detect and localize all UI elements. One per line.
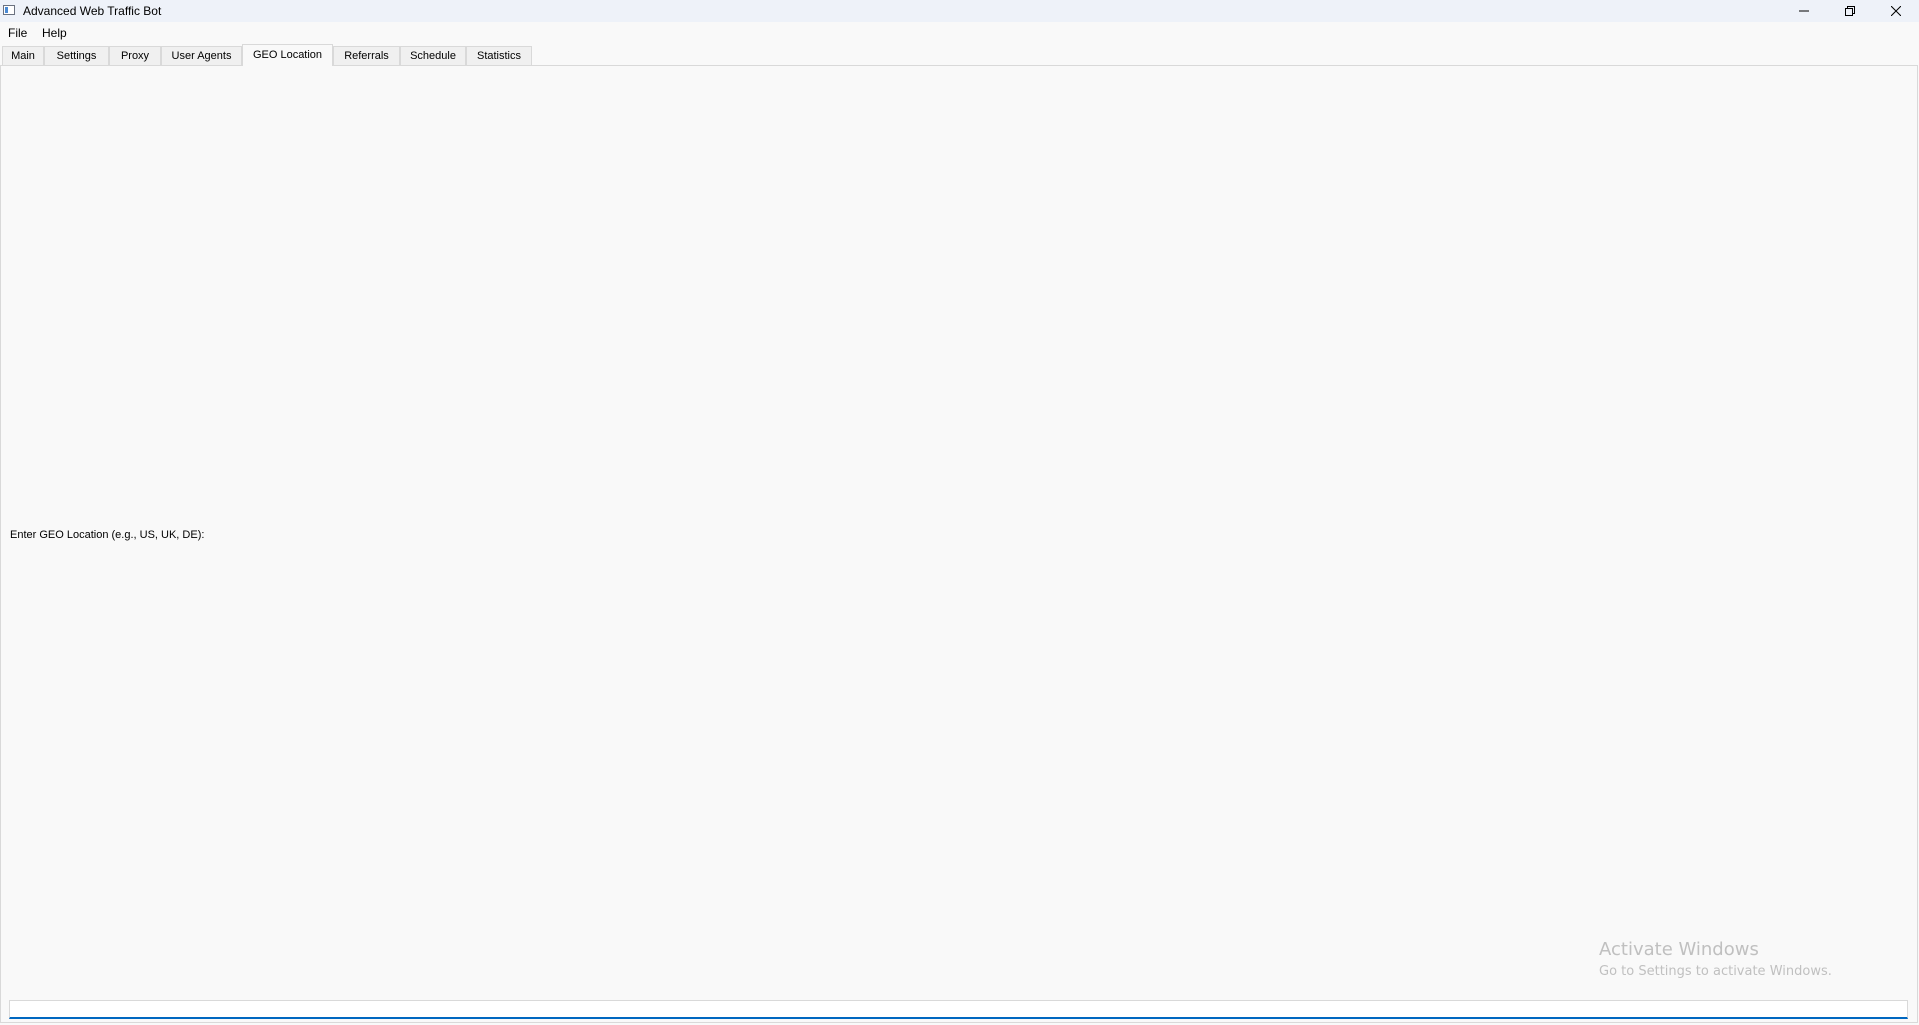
menu-help[interactable]: Help [42,26,67,40]
tab-user-agents[interactable]: User Agents [161,46,242,66]
tab-schedule[interactable]: Schedule [400,46,466,66]
restore-button[interactable] [1827,0,1873,22]
tab-proxy[interactable]: Proxy [109,46,161,66]
menu-file[interactable]: File [8,26,27,40]
watermark-title: Activate Windows [1599,939,1759,960]
tab-bar: Main Settings Proxy User Agents GEO Loca… [0,44,1919,66]
watermark-subtitle: Go to Settings to activate Windows. [1599,964,1832,979]
tab-geo-location[interactable]: GEO Location [242,44,333,66]
app-window: Advanced Web Traffic Bot File Help Main … [0,0,1919,1025]
minimize-button[interactable] [1781,0,1827,22]
restore-icon [1845,6,1855,16]
tab-settings[interactable]: Settings [44,46,109,66]
app-window-icon [3,5,15,15]
window-title: Advanced Web Traffic Bot [23,4,162,18]
tab-main[interactable]: Main [2,46,44,66]
geo-location-input[interactable] [9,1000,1908,1019]
close-icon [1891,6,1901,16]
geo-location-panel [0,65,1918,1023]
menu-bar: File Help [0,22,1919,44]
minimize-icon [1799,10,1809,12]
title-bar[interactable]: Advanced Web Traffic Bot [0,0,1919,22]
close-button[interactable] [1873,0,1919,22]
tab-referrals[interactable]: Referrals [333,46,400,66]
activate-windows-watermark: Activate Windows Go to Settings to activ… [1599,939,1832,979]
tab-statistics[interactable]: Statistics [466,46,532,66]
geo-location-label: Enter GEO Location (e.g., US, UK, DE): [10,529,205,541]
